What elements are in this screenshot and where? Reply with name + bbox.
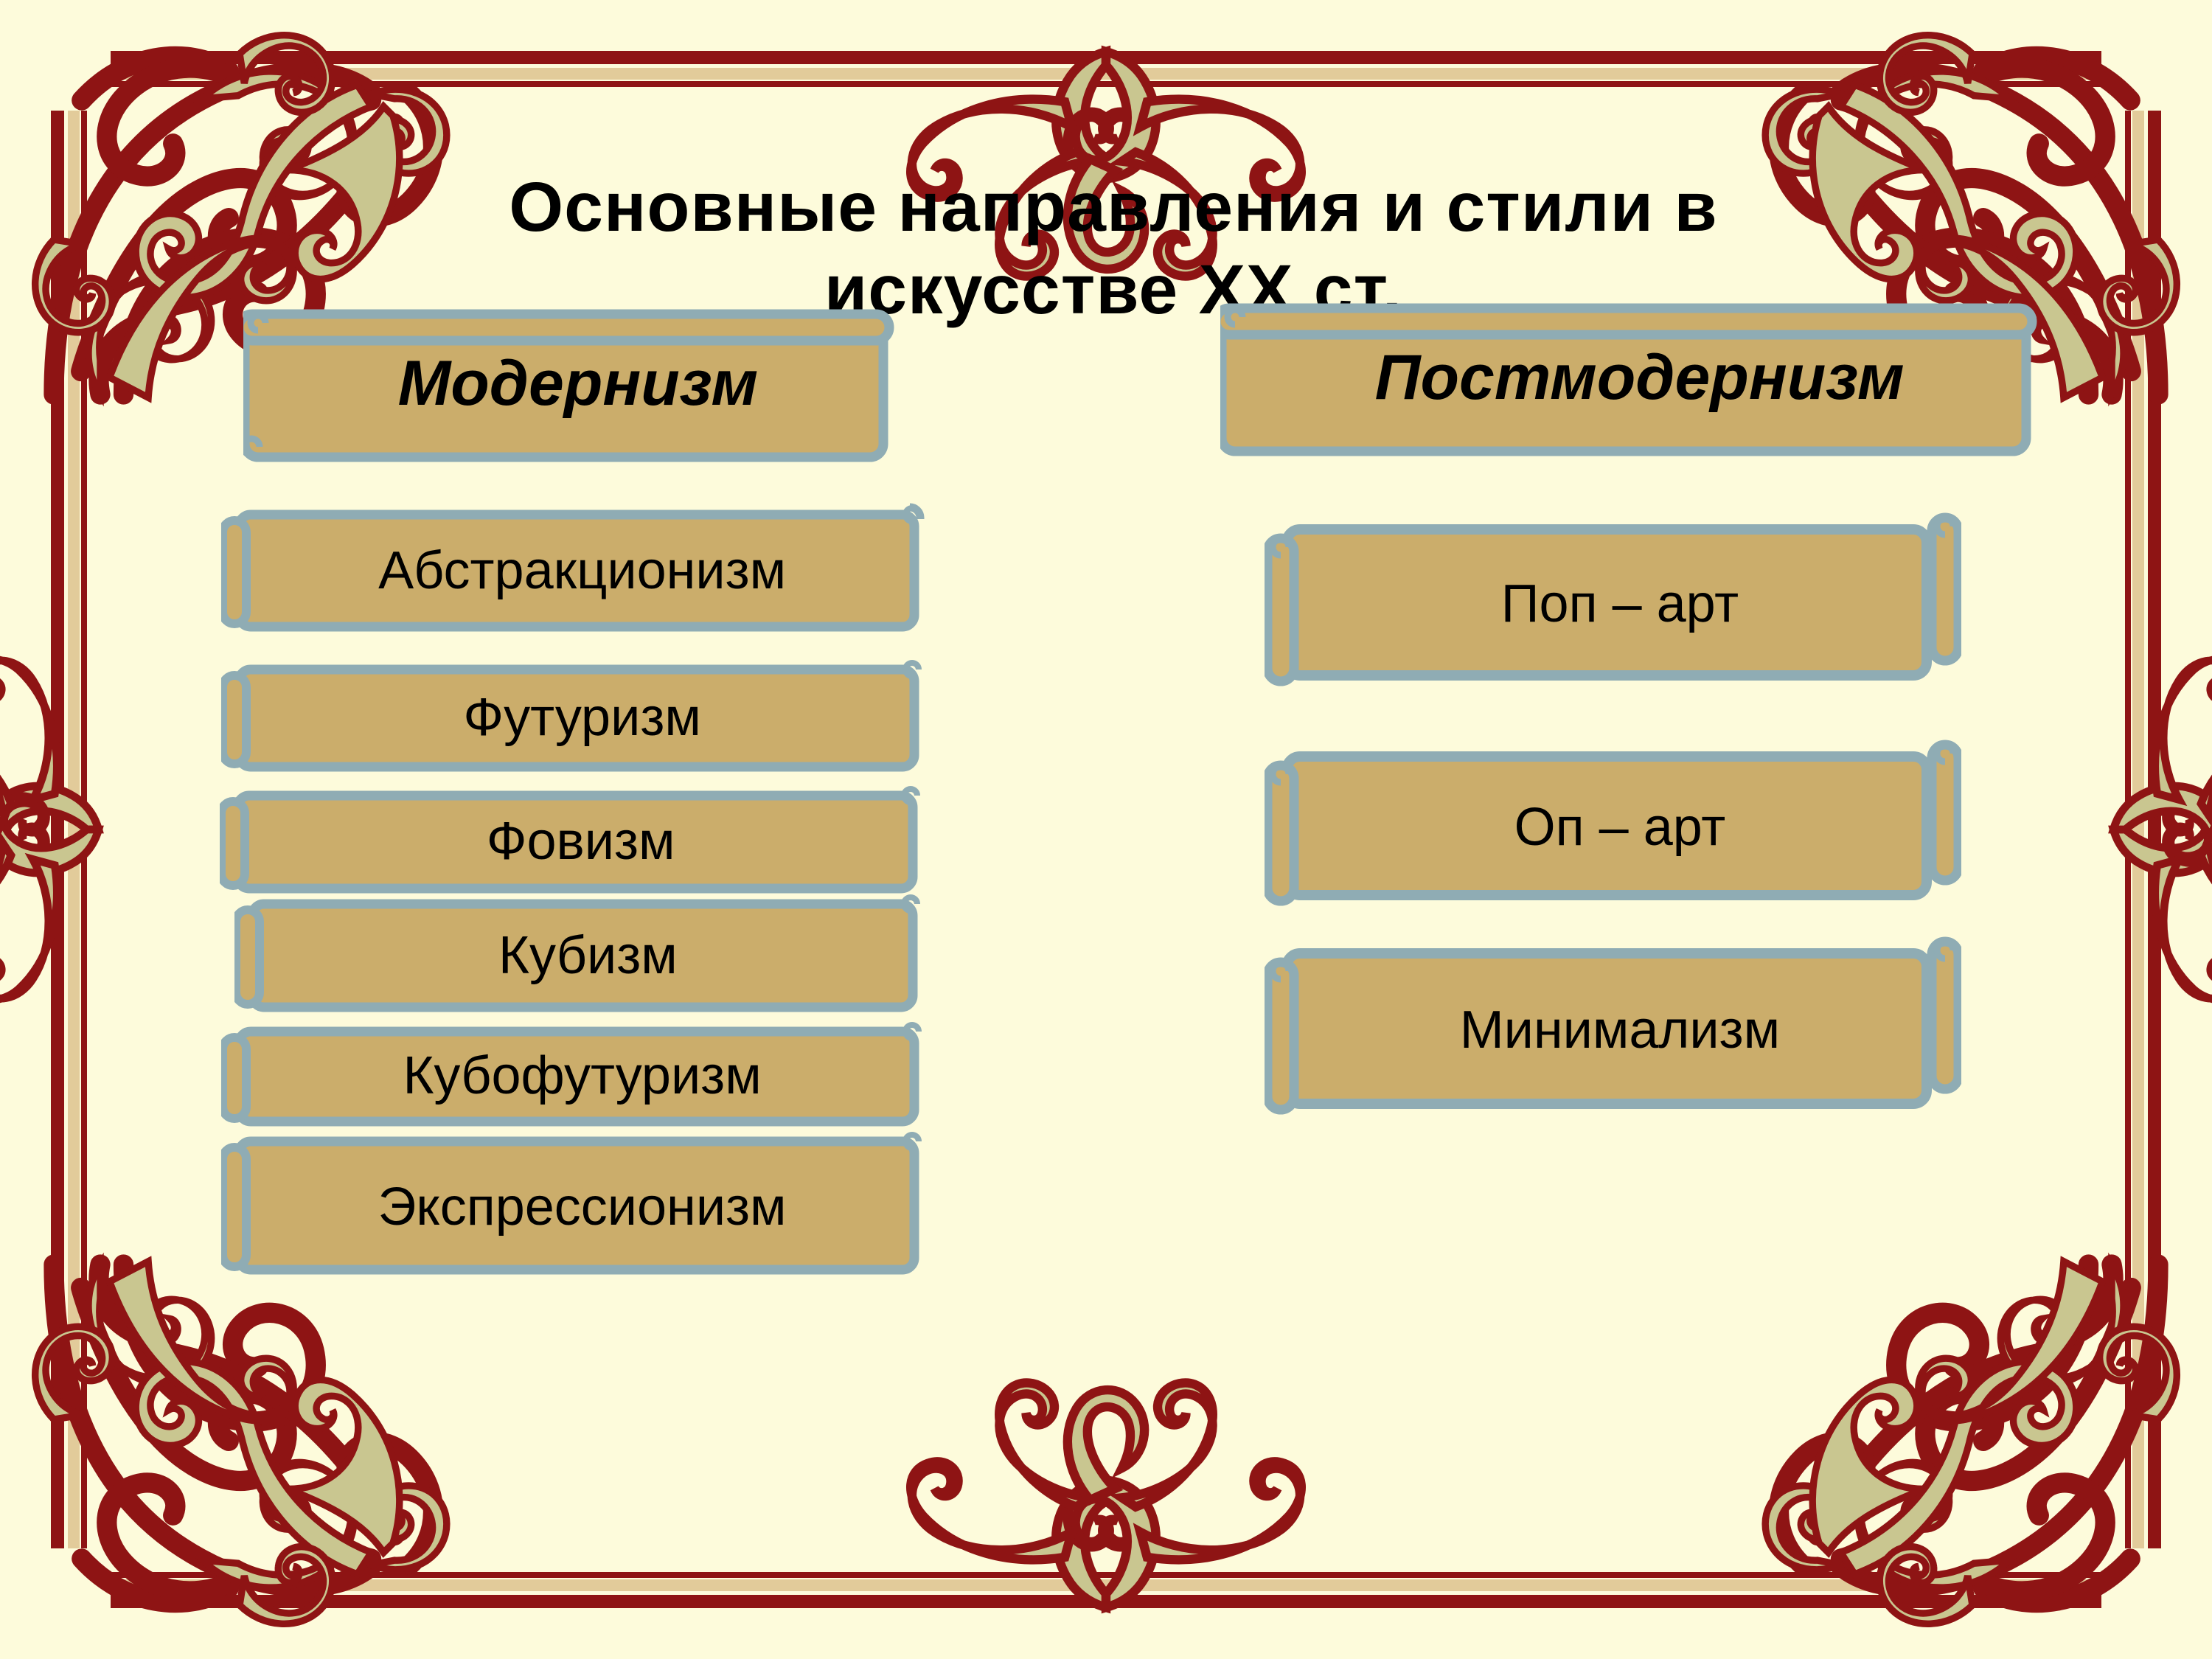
title-line-1: Основные направления и стили в [509, 168, 1718, 246]
item-pop-art[interactable]: Поп – арт [1265, 509, 1961, 700]
corner-ornament-bottom-right [1765, 1262, 2177, 1624]
center-ornament-right [2113, 659, 2212, 999]
item-label: Минимализм [1459, 1000, 1781, 1060]
column-header-postmodernizm[interactable]: Постмодернизм [1220, 289, 2042, 466]
item-kubofuturizm[interactable]: Кубофутуризм [221, 1021, 929, 1132]
center-ornament-left [0, 659, 99, 999]
slide-canvas: Основные направления и стили в искусстве… [0, 0, 2212, 1659]
item-abstraktsionizm[interactable]: Абстракционизм [221, 501, 929, 641]
item-fovizm[interactable]: Фовизм [220, 784, 928, 900]
corner-ornament-bottom-left [35, 1262, 447, 1624]
item-label: Оп – арт [1514, 797, 1726, 857]
item-label: Кубизм [498, 925, 678, 985]
item-label: Поп – арт [1500, 574, 1739, 634]
item-minimalizm[interactable]: Минимализм [1265, 933, 1961, 1128]
column-header-modernizm[interactable]: Модернизм [243, 295, 900, 472]
column-header-label: Постмодернизм [1374, 341, 1905, 413]
item-op-art[interactable]: Оп – арт [1265, 737, 1961, 918]
item-label: Фовизм [486, 812, 675, 872]
column-header-label: Модернизм [397, 347, 759, 419]
item-futurizm[interactable]: Футуризм [221, 656, 929, 780]
item-label: Абстракционизм [378, 541, 787, 601]
item-label: Экспрессионизм [378, 1177, 787, 1237]
item-kubizm[interactable]: Кубизм [234, 892, 928, 1020]
center-ornament-bottom [911, 1382, 1301, 1607]
item-ekspressionizm[interactable]: Экспрессионизм [221, 1128, 929, 1287]
item-label: Футуризм [463, 688, 701, 748]
item-label: Кубофутуризм [403, 1046, 762, 1106]
